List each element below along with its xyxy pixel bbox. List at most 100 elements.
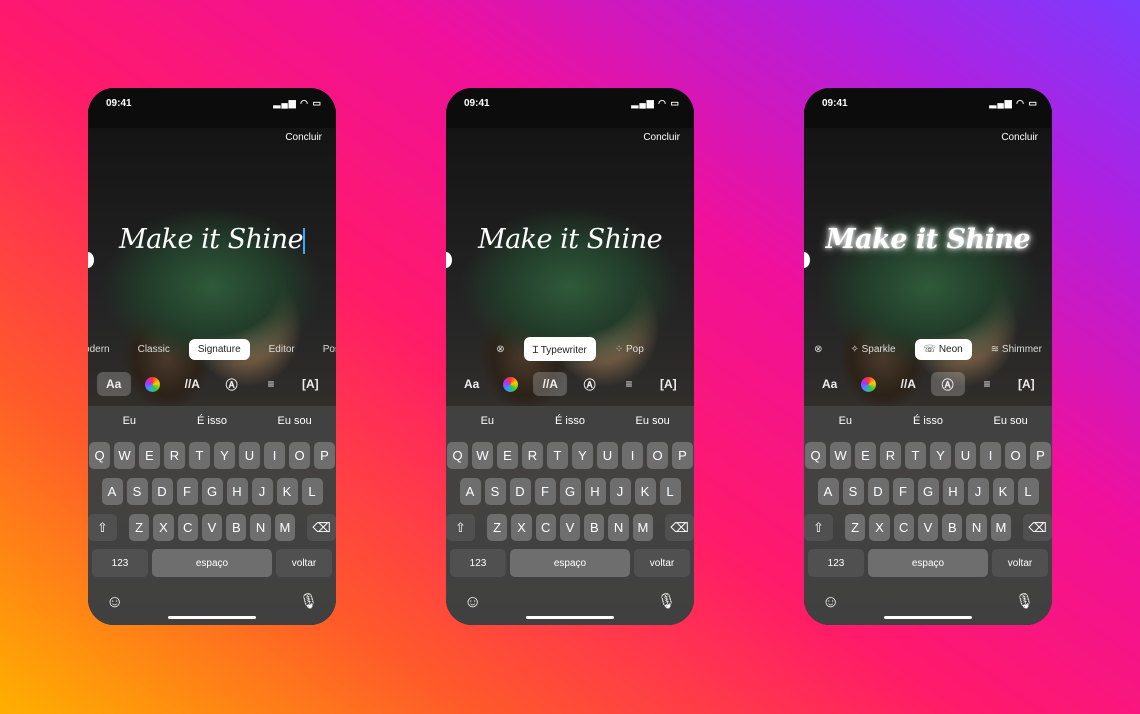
key-z[interactable]: Z [128, 514, 150, 541]
numbers-key[interactable]: 123 [92, 549, 148, 577]
key-b[interactable]: B [942, 514, 963, 541]
key-r[interactable]: R [164, 442, 185, 469]
story-text[interactable]: Make it Shine [88, 224, 336, 255]
tool-font-button[interactable]: Aa [813, 372, 847, 396]
style-option[interactable]: ☏ Neon [914, 338, 972, 360]
key-y[interactable]: Y [930, 442, 951, 469]
key-s[interactable]: S [484, 478, 506, 505]
style-option[interactable]: Classic [129, 339, 179, 360]
tool-background-button[interactable]: [A] [1009, 372, 1043, 396]
done-button[interactable]: Concluir [285, 132, 322, 143]
suggestion-item[interactable]: Eu [446, 415, 529, 427]
done-button[interactable]: Concluir [643, 132, 680, 143]
tool-font-button[interactable]: Aa [455, 372, 489, 396]
microphone-icon[interactable]: 🎙 [299, 592, 318, 610]
tool-effects-button[interactable]: Ⓐ [573, 372, 607, 396]
key-k[interactable]: K [634, 478, 656, 505]
key-v[interactable]: V [917, 514, 939, 541]
suggestion-item[interactable]: É isso [529, 415, 612, 427]
key-e[interactable]: E [855, 442, 876, 469]
tool-align-button[interactable]: ≡ [254, 372, 288, 396]
emoji-icon[interactable]: ☺ [106, 592, 123, 612]
key-t[interactable]: T [905, 442, 926, 469]
emoji-icon[interactable]: ☺ [464, 592, 481, 612]
key-y[interactable]: Y [214, 442, 235, 469]
key-w[interactable]: W [114, 442, 135, 469]
key-z[interactable]: Z [486, 514, 508, 541]
key-m[interactable]: M [632, 514, 654, 541]
delete-key[interactable]: ⌫ [665, 514, 694, 541]
tool-background-button[interactable]: [A] [293, 372, 327, 396]
numbers-key[interactable]: 123 [808, 549, 864, 577]
return-key[interactable]: voltar [634, 549, 690, 577]
key-s[interactable]: S [842, 478, 864, 505]
space-key[interactable]: espaço [510, 549, 630, 577]
suggestion-item[interactable]: Eu [88, 415, 171, 427]
tool-effects-button[interactable]: Ⓐ [930, 372, 965, 396]
key-s[interactable]: S [126, 478, 148, 505]
key-a[interactable]: A [459, 478, 481, 505]
shift-key[interactable]: ⇧ [804, 514, 833, 541]
microphone-icon[interactable]: 🎙 [657, 592, 676, 610]
style-option[interactable]: Ɪ Typewriter [523, 337, 596, 361]
tool-animation-button[interactable]: //A [891, 372, 925, 396]
key-a[interactable]: A [817, 478, 839, 505]
key-m[interactable]: M [990, 514, 1012, 541]
key-g[interactable]: G [201, 478, 223, 505]
key-g[interactable]: G [559, 478, 581, 505]
key-j[interactable]: J [609, 478, 631, 505]
key-e[interactable]: E [139, 442, 160, 469]
key-n[interactable]: N [966, 514, 987, 541]
key-h[interactable]: H [942, 478, 964, 505]
suggestion-item[interactable]: Eu sou [611, 415, 694, 427]
key-l[interactable]: L [1017, 478, 1039, 505]
tool-animation-button[interactable]: //A [175, 372, 209, 396]
key-c[interactable]: C [177, 514, 198, 541]
key-x[interactable]: X [869, 514, 890, 541]
story-text[interactable]: Make it Shine [804, 224, 1052, 255]
tool-effects-button[interactable]: Ⓐ [215, 372, 249, 396]
key-q[interactable]: Q [805, 442, 826, 469]
tool-color-wheel-button[interactable] [852, 372, 886, 396]
key-b[interactable]: B [226, 514, 247, 541]
key-i[interactable]: I [264, 442, 285, 469]
suggestion-item[interactable]: Eu [804, 415, 887, 427]
return-key[interactable]: voltar [276, 549, 332, 577]
suggestion-item[interactable]: É isso [171, 415, 254, 427]
shift-key[interactable]: ⇧ [446, 514, 475, 541]
tool-animation-button[interactable]: //A [533, 372, 568, 396]
key-m[interactable]: M [274, 514, 296, 541]
style-option[interactable]: ✧ Sparkle [841, 339, 904, 360]
key-j[interactable]: J [251, 478, 273, 505]
tool-font-button[interactable]: Aa [96, 372, 131, 396]
tool-color-wheel-button[interactable] [494, 372, 528, 396]
key-i[interactable]: I [980, 442, 1001, 469]
tool-align-button[interactable]: ≡ [612, 372, 646, 396]
style-option[interactable]: ⊗ [487, 339, 513, 360]
key-n[interactable]: N [608, 514, 629, 541]
key-y[interactable]: Y [572, 442, 593, 469]
shift-key[interactable]: ⇧ [88, 514, 117, 541]
style-option[interactable]: odern [88, 339, 119, 360]
key-j[interactable]: J [967, 478, 989, 505]
key-c[interactable]: C [893, 514, 914, 541]
key-q[interactable]: Q [89, 442, 110, 469]
key-o[interactable]: O [1005, 442, 1026, 469]
microphone-icon[interactable]: 🎙 [1015, 592, 1034, 610]
key-v[interactable]: V [201, 514, 223, 541]
suggestion-item[interactable]: Eu sou [253, 415, 336, 427]
key-d[interactable]: D [509, 478, 531, 505]
key-k[interactable]: K [992, 478, 1014, 505]
key-u[interactable]: U [597, 442, 618, 469]
style-option[interactable]: ⁘ Pop [606, 339, 653, 360]
style-option[interactable]: Pos [314, 339, 336, 360]
key-i[interactable]: I [622, 442, 643, 469]
key-x[interactable]: X [153, 514, 174, 541]
delete-key[interactable]: ⌫ [1023, 514, 1052, 541]
key-d[interactable]: D [867, 478, 889, 505]
key-f[interactable]: F [176, 478, 198, 505]
story-text[interactable]: Make it Shine [446, 224, 694, 255]
key-p[interactable]: P [672, 442, 693, 469]
key-b[interactable]: B [584, 514, 605, 541]
key-w[interactable]: W [472, 442, 493, 469]
